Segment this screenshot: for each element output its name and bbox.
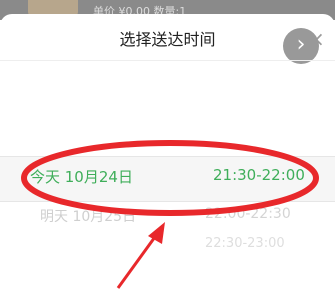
delivery-time-sheet [0, 14, 335, 292]
time-slot-3[interactable]: 22:30-23:00 [205, 236, 285, 251]
header-divider [0, 60, 335, 61]
selected-time-slot[interactable]: 21:30-22:00 [213, 166, 305, 184]
next-arrow-button[interactable]: › [283, 28, 319, 64]
selected-date-label[interactable]: 今天 10月24日 [30, 166, 133, 187]
time-slot-2[interactable]: 22:00-22:30 [205, 206, 291, 222]
next-date-label[interactable]: 明天 10月25日 [40, 206, 136, 226]
